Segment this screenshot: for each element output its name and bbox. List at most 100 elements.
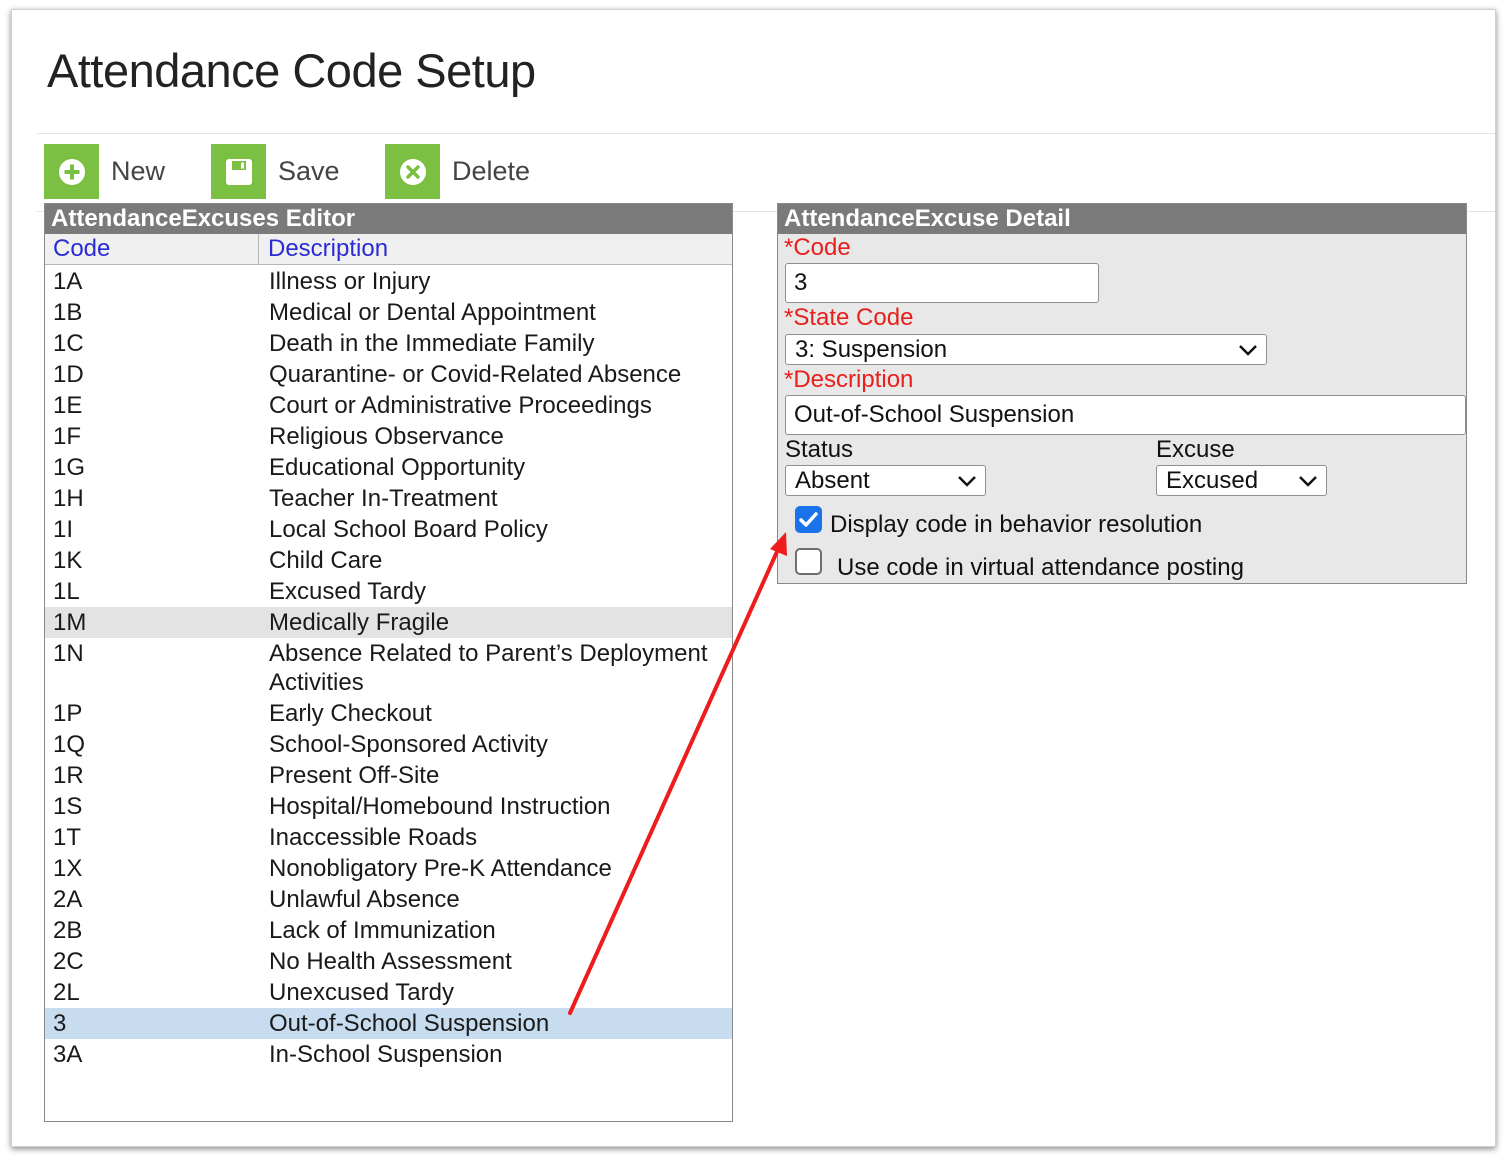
plus-circle-icon	[44, 144, 99, 199]
row-description: Court or Administrative Proceedings	[269, 392, 652, 419]
row-code: 1L	[53, 578, 80, 605]
new-button[interactable]: New	[44, 144, 165, 199]
row-description: Absence Related to Parent’s Deployment A…	[269, 640, 708, 696]
excuse-select[interactable]: Excused	[1156, 465, 1327, 496]
row-description: Hospital/Homebound Instruction	[269, 793, 611, 820]
excuse-value: Excused	[1166, 466, 1259, 494]
table-row[interactable]: 1D Quarantine- or Covid-Related Absence	[45, 359, 732, 390]
row-description: Educational Opportunity	[269, 454, 526, 481]
row-code: 1D	[53, 361, 84, 388]
row-description: Inaccessible Roads	[269, 824, 478, 851]
behavior-resolution-label: Display code in behavior resolution	[830, 511, 1203, 538]
column-header-description[interactable]: Description	[259, 234, 388, 264]
table-row[interactable]: 3A In-School Suspension	[45, 1039, 732, 1070]
table-row[interactable]: 1P Early Checkout	[45, 698, 732, 729]
floppy-disk-icon	[211, 144, 266, 199]
status-select[interactable]: Absent	[785, 465, 986, 496]
row-description: Local School Board Policy	[269, 516, 548, 543]
row-code: 1Q	[53, 731, 86, 758]
table-row[interactable]: 2L Unexcused Tardy	[45, 977, 732, 1008]
table-row[interactable]: 1T Inaccessible Roads	[45, 822, 732, 853]
row-description: In-School Suspension	[269, 1041, 503, 1068]
row-code: 1G	[53, 454, 86, 481]
virtual-attendance-checkbox[interactable]	[795, 548, 822, 575]
chevron-down-icon	[957, 475, 977, 487]
new-button-label: New	[111, 156, 166, 186]
row-description: Out-of-School Suspension	[269, 1010, 550, 1037]
row-description: Illness or Injury	[269, 268, 431, 295]
row-description: No Health Assessment	[269, 948, 512, 975]
row-code: 1I	[53, 516, 74, 543]
table-row[interactable]: 1K Child Care	[45, 545, 732, 576]
status-label: Status	[785, 436, 854, 463]
row-description: Medical or Dental Appointment	[269, 299, 596, 326]
save-button[interactable]: Save	[211, 144, 340, 199]
attendance-excuses-editor: AttendanceExcuses Editor Code Descriptio…	[44, 203, 733, 1122]
table-row[interactable]: 2B Lack of Immunization	[45, 915, 732, 946]
table-row[interactable]: 1N Absence Related to Parent’s Deployment…	[45, 638, 732, 698]
detail-title: AttendanceExcuse Detail	[778, 204, 1466, 234]
row-code: 2L	[53, 979, 80, 1006]
row-code: 1H	[53, 485, 84, 512]
table-row[interactable]: 1A Illness or Injury	[45, 266, 732, 297]
row-description: Lack of Immunization	[269, 917, 496, 944]
row-code: 1F	[53, 423, 82, 450]
row-code: 3A	[53, 1041, 83, 1068]
row-description: Unexcused Tardy	[269, 979, 454, 1006]
row-code: 1N	[53, 640, 84, 667]
row-code: 1C	[53, 330, 84, 357]
table-row[interactable]: 1C Death in the Immediate Family	[45, 328, 732, 359]
table-row[interactable]: 3 Out-of-School Suspension	[45, 1008, 732, 1039]
table-row[interactable]: 1X Nonobligatory Pre-K Attendance	[45, 853, 732, 884]
behavior-resolution-checkbox[interactable]	[795, 506, 822, 533]
checkmark-icon	[799, 512, 818, 527]
row-description: Unlawful Absence	[269, 886, 460, 913]
row-description: Death in the Immediate Family	[269, 330, 595, 357]
row-description: Quarantine- or Covid-Related Absence	[269, 361, 682, 388]
table-row[interactable]: 1Q School-Sponsored Activity	[45, 729, 732, 760]
row-description: Medically Fragile	[269, 609, 450, 636]
row-description: Present Off-Site	[269, 762, 440, 789]
row-code: 2A	[53, 886, 83, 913]
table-row[interactable]: 1H Teacher In-Treatment	[45, 483, 732, 514]
chevron-down-icon	[1298, 475, 1318, 487]
state-code-value: 3: Suspension	[795, 335, 948, 363]
page-title: Attendance Code Setup	[47, 44, 536, 97]
row-code: 2B	[53, 917, 83, 944]
description-input[interactable]: Out-of-School Suspension	[785, 395, 1466, 435]
row-description: Child Care	[269, 547, 383, 574]
code-label: *Code	[784, 234, 851, 261]
virtual-attendance-label: Use code in virtual attendance posting	[837, 554, 1244, 581]
row-description: Nonobligatory Pre-K Attendance	[269, 855, 612, 882]
column-header-code[interactable]: Code	[45, 234, 259, 264]
status-value: Absent	[795, 466, 870, 494]
description-label: *Description	[784, 366, 914, 393]
row-description: School-Sponsored Activity	[269, 731, 548, 758]
chevron-down-icon	[1238, 344, 1258, 356]
delete-button-label: Delete	[452, 156, 531, 186]
row-description: Early Checkout	[269, 700, 432, 727]
table-row[interactable]: 1B Medical or Dental Appointment	[45, 297, 732, 328]
table-row[interactable]: 2C No Health Assessment	[45, 946, 732, 977]
table-row[interactable]: 1G Educational Opportunity	[45, 452, 732, 483]
row-code: 1S	[53, 793, 83, 820]
table-row[interactable]: 1E Court or Administrative Proceedings	[45, 390, 732, 421]
row-code: 1T	[53, 824, 82, 851]
row-code: 1K	[53, 547, 83, 574]
row-code: 1P	[53, 700, 83, 727]
table-row[interactable]: 2A Unlawful Absence	[45, 884, 732, 915]
row-code: 3	[53, 1010, 67, 1037]
state-code-select[interactable]: 3: Suspension	[785, 334, 1267, 365]
table-row[interactable]: 1S Hospital/Homebound Instruction	[45, 791, 732, 822]
table-row[interactable]: 1F Religious Observance	[45, 421, 732, 452]
table-row[interactable]: 1M Medically Fragile	[45, 607, 732, 638]
table-row[interactable]: 1L Excused Tardy	[45, 576, 732, 607]
table-row[interactable]: 1I Local School Board Policy	[45, 514, 732, 545]
save-button-label: Save	[278, 156, 340, 186]
delete-button[interactable]: Delete	[385, 144, 530, 199]
table-row[interactable]: 1R Present Off-Site	[45, 760, 732, 791]
row-code: 1M	[53, 609, 87, 636]
row-code: 2C	[53, 948, 84, 975]
editor-rows: 1A Illness or Injury 1B Medical or Dental A…	[45, 265, 732, 1070]
code-input[interactable]: 3	[785, 263, 1099, 303]
